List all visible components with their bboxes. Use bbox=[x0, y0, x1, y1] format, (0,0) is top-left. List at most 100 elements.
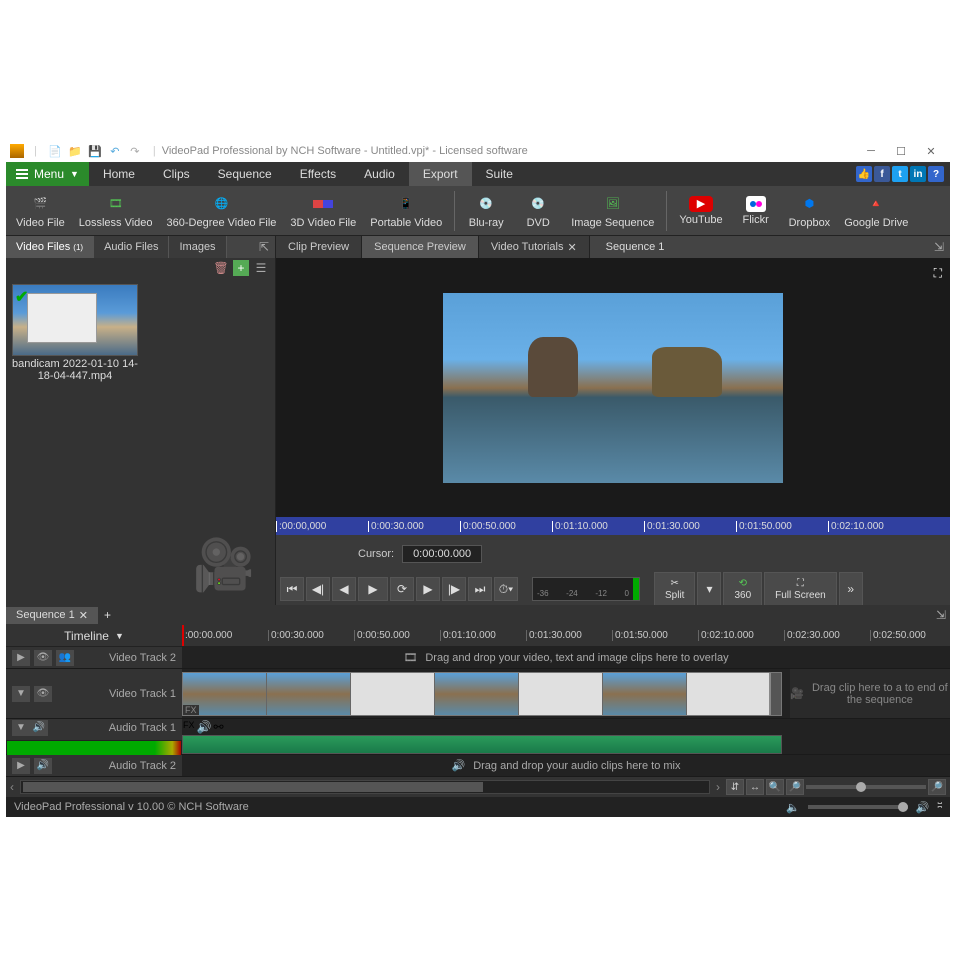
zoom-slider[interactable] bbox=[806, 785, 926, 789]
eye-icon[interactable]: 👁 bbox=[34, 686, 52, 702]
speaker-icon[interactable]: 🔊 bbox=[34, 758, 52, 774]
menu-export[interactable]: Export bbox=[409, 162, 472, 186]
facebook-icon[interactable]: f bbox=[874, 166, 890, 182]
minimize-button[interactable]: ─ bbox=[856, 140, 886, 162]
export-gdrive[interactable]: 🔺Google Drive bbox=[838, 188, 914, 234]
next-frame-button[interactable]: |▶ bbox=[442, 577, 466, 601]
people-icon[interactable]: 👥 bbox=[56, 650, 74, 666]
export-3d[interactable]: 3D Video File bbox=[284, 188, 362, 234]
export-dvd[interactable]: 💿DVD bbox=[513, 188, 563, 234]
menu-audio[interactable]: Audio bbox=[350, 162, 409, 186]
video-clip[interactable]: FX bbox=[182, 672, 782, 716]
zoom-max-icon[interactable]: 🔎 bbox=[928, 779, 946, 795]
twitter-icon[interactable]: t bbox=[892, 166, 908, 182]
expand-track-icon[interactable]: ▶ bbox=[12, 650, 30, 666]
media-bin-panel: Video Files (1) Audio Files Images ⇱ 🗑 +… bbox=[6, 236, 276, 605]
export-bluray[interactable]: 💿Blu-ray bbox=[461, 188, 511, 234]
speaker-icon[interactable]: 🔊 bbox=[30, 720, 48, 736]
help-icon[interactable]: ? bbox=[928, 166, 944, 182]
menu-suite[interactable]: Suite bbox=[472, 162, 527, 186]
volume-down-icon[interactable]: 🔈 bbox=[786, 801, 800, 814]
media-bin[interactable]: ✔ bandicam 2022-01-10 14-18-04-447.mp4 🎥 bbox=[6, 278, 275, 605]
close-button[interactable]: ✕ bbox=[916, 140, 946, 162]
redo-icon[interactable]: ↷ bbox=[127, 143, 143, 159]
popout-icon[interactable]: ⇲ bbox=[936, 608, 946, 622]
tab-video-files[interactable]: Video Files (1) bbox=[6, 236, 94, 258]
tab-images[interactable]: Images bbox=[169, 236, 226, 258]
preview-viewport[interactable]: ⛶ bbox=[276, 258, 950, 517]
tab-sequence-preview[interactable]: Sequence Preview bbox=[362, 236, 479, 258]
bin-add-icon[interactable]: + bbox=[233, 260, 249, 276]
settings-icon[interactable]: ⎶ bbox=[938, 801, 942, 814]
menu-sequence[interactable]: Sequence bbox=[204, 162, 286, 186]
add-sequence-button[interactable]: + bbox=[98, 606, 117, 624]
prev-frame-button[interactable]: ◀| bbox=[306, 577, 330, 601]
export-flickr[interactable]: Flickr bbox=[731, 188, 781, 234]
sequence-tab[interactable]: Sequence 1✕ bbox=[6, 607, 98, 624]
split-dropdown[interactable]: ▾ bbox=[697, 572, 721, 605]
speaker-icon[interactable]: 🔊 bbox=[197, 720, 212, 734]
eye-icon[interactable]: 👁 bbox=[34, 650, 52, 666]
play-button[interactable]: ▶ bbox=[358, 577, 388, 601]
horizontal-scrollbar[interactable] bbox=[20, 780, 710, 794]
link-icon[interactable]: ⚯ bbox=[213, 720, 223, 734]
preview-ruler[interactable]: :00:00,000 0:00:30.000 0:00:50.000 0:01:… bbox=[276, 517, 950, 535]
scroll-left-icon[interactable]: ‹ bbox=[10, 780, 14, 794]
export-video-file[interactable]: 🎬Video File bbox=[10, 188, 71, 234]
more-button[interactable]: » bbox=[839, 572, 863, 605]
expand-icon[interactable]: ⛶ bbox=[934, 266, 942, 281]
collapse-track-icon[interactable]: ▼ bbox=[12, 720, 30, 736]
timeline-ruler[interactable]: :00:00.000 0:00:30.000 0:00:50.000 0:01:… bbox=[182, 625, 950, 646]
popout-icon[interactable]: ⇱ bbox=[259, 240, 269, 254]
fx-icon[interactable]: FX bbox=[183, 720, 195, 734]
volume-up-icon[interactable]: 🔊 bbox=[916, 801, 930, 814]
menu-effects[interactable]: Effects bbox=[286, 162, 350, 186]
maximize-button[interactable]: ☐ bbox=[886, 140, 916, 162]
bin-list-icon[interactable]: ☰ bbox=[253, 260, 269, 276]
export-dropbox[interactable]: ⬢Dropbox bbox=[783, 188, 837, 234]
export-youtube[interactable]: ▶YouTube bbox=[673, 188, 728, 234]
drag-end-hint: 🎥Drag clip here to a to end of the seque… bbox=[790, 669, 950, 718]
goto-end-button[interactable]: ⏭ bbox=[468, 577, 492, 601]
bin-delete-icon[interactable]: 🗑 bbox=[213, 260, 229, 276]
loop-button[interactable]: ⟳ bbox=[390, 577, 414, 601]
timeline-mode-label[interactable]: Timeline▼ bbox=[6, 625, 182, 646]
tab-audio-files[interactable]: Audio Files bbox=[94, 236, 169, 258]
like-icon[interactable]: 👍 bbox=[856, 166, 872, 182]
fit-icon[interactable]: ↔ bbox=[746, 779, 764, 795]
tab-video-tutorials[interactable]: Video Tutorials✕ bbox=[479, 236, 590, 258]
zoom-out-icon[interactable]: 🔍 bbox=[766, 779, 784, 795]
menu-button[interactable]: Menu ▼ bbox=[6, 162, 89, 186]
scroll-right-icon[interactable]: › bbox=[716, 780, 720, 794]
expand-track-icon[interactable]: ▶ bbox=[12, 758, 30, 774]
export-portable[interactable]: 📱Portable Video bbox=[364, 188, 448, 234]
menu-home[interactable]: Home bbox=[89, 162, 149, 186]
tab-clip-preview[interactable]: Clip Preview bbox=[276, 236, 362, 258]
goto-start-button[interactable]: ⏮ bbox=[280, 577, 304, 601]
save-icon[interactable]: 💾 bbox=[87, 143, 103, 159]
open-icon[interactable]: 📁 bbox=[67, 143, 83, 159]
collapse-v-icon[interactable]: ⇵ bbox=[726, 779, 744, 795]
export-360[interactable]: 🌐360-Degree Video File bbox=[161, 188, 283, 234]
speed-button[interactable]: ⏱▾ bbox=[494, 577, 518, 601]
360-button[interactable]: ⟲360 bbox=[723, 572, 762, 605]
step-fwd-button[interactable]: ▶ bbox=[416, 577, 440, 601]
split-button[interactable]: ✂Split bbox=[654, 572, 695, 605]
audio-clip[interactable] bbox=[182, 735, 782, 754]
export-lossless[interactable]: 🎞Lossless Video bbox=[73, 188, 159, 234]
bin-item[interactable]: ✔ bandicam 2022-01-10 14-18-04-447.mp4 bbox=[12, 284, 138, 382]
video-track-body[interactable]: FX bbox=[182, 669, 790, 718]
export-image-seq[interactable]: 🖼Image Sequence bbox=[565, 188, 660, 234]
playhead[interactable] bbox=[182, 625, 184, 646]
zoom-in-icon[interactable]: 🔎 bbox=[786, 779, 804, 795]
linkedin-icon[interactable]: in bbox=[910, 166, 926, 182]
fullscreen-button[interactable]: ⛶Full Screen bbox=[764, 572, 837, 605]
volume-slider[interactable] bbox=[808, 805, 908, 809]
new-icon[interactable]: 📄 bbox=[47, 143, 63, 159]
popout-icon[interactable]: ⇲ bbox=[934, 240, 944, 254]
menu-clips[interactable]: Clips bbox=[149, 162, 204, 186]
step-back-button[interactable]: ◀ bbox=[332, 577, 356, 601]
collapse-track-icon[interactable]: ▼ bbox=[12, 686, 30, 702]
audio-track-body[interactable]: FX🔊⚯ bbox=[182, 719, 950, 754]
undo-icon[interactable]: ↶ bbox=[107, 143, 123, 159]
